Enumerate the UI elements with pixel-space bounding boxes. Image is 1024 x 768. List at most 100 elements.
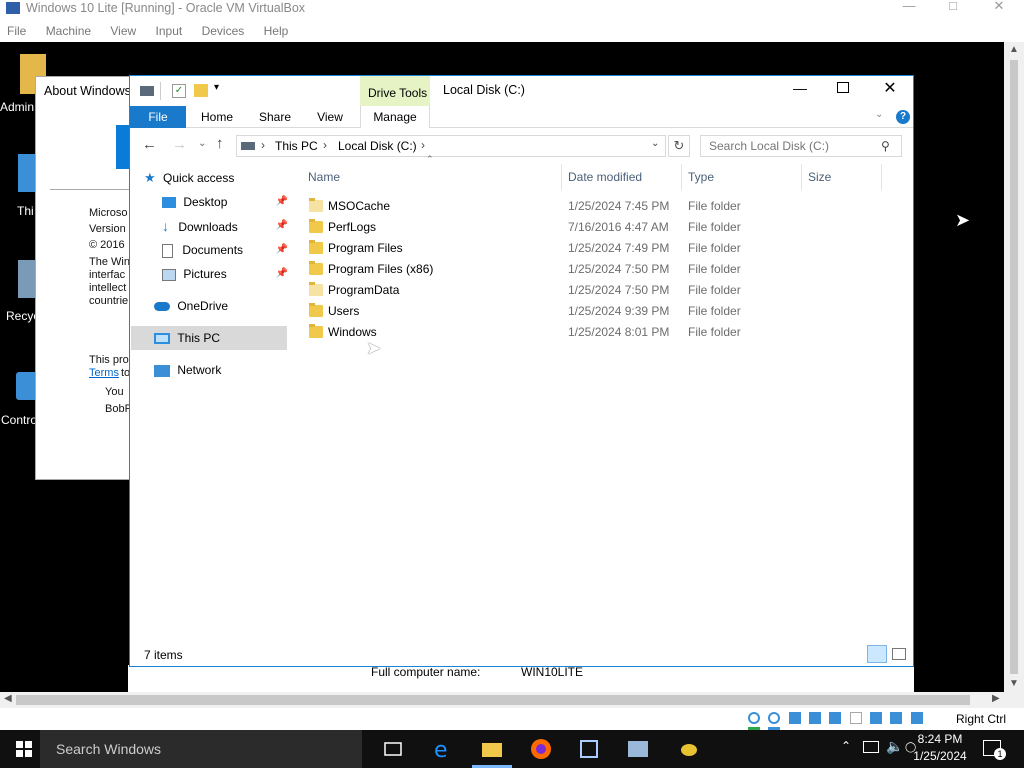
clock-time[interactable]: 8:24 PM xyxy=(915,732,965,746)
vbox-device-indicators xyxy=(748,712,948,739)
pin-icon[interactable]: 📌 xyxy=(276,238,288,262)
menu-help[interactable]: Help xyxy=(264,20,289,42)
large-icons-view-icon[interactable] xyxy=(892,648,906,660)
tab-manage[interactable]: Manage xyxy=(360,106,430,128)
column-header-type[interactable]: Type xyxy=(682,164,802,190)
pin-icon[interactable]: 📌 xyxy=(276,190,288,214)
usb-icon[interactable] xyxy=(829,712,842,724)
guest-vertical-scrollbar[interactable]: ▲ ▼ xyxy=(1004,42,1024,692)
edge-browser-icon[interactable]: e xyxy=(431,737,455,761)
close-button[interactable]: ✕ xyxy=(880,78,900,98)
pin-icon[interactable]: 📌 xyxy=(276,214,288,238)
column-header-name[interactable]: Name xyxy=(302,164,562,190)
guest-horizontal-scrollbar[interactable]: ◀ ▶ xyxy=(0,692,1024,708)
nav-documents[interactable]: Documents 📌 xyxy=(162,238,288,262)
breadcrumb-this-pc[interactable]: This PC xyxy=(275,139,318,153)
table-row[interactable]: Program Files (x86) 1/25/2024 7:50 PM Fi… xyxy=(302,259,902,280)
new-folder-icon[interactable] xyxy=(194,84,208,97)
tab-view[interactable]: View xyxy=(306,106,354,128)
nav-network[interactable]: Network xyxy=(154,358,288,382)
bee-app-icon[interactable] xyxy=(677,737,701,761)
breadcrumb-local-disk[interactable]: Local Disk (C:) xyxy=(338,139,417,153)
details-view-icon[interactable] xyxy=(867,645,887,663)
minimize-button[interactable]: — xyxy=(790,80,810,96)
menu-input[interactable]: Input xyxy=(156,20,183,42)
refresh-icon[interactable]: ↻ xyxy=(668,135,690,157)
scroll-thumb[interactable] xyxy=(16,695,970,705)
breadcrumb-separator-icon[interactable]: › xyxy=(261,138,265,152)
tab-home[interactable]: Home xyxy=(192,106,242,128)
tab-file[interactable]: File xyxy=(130,106,186,128)
show-hidden-icons-chevron-icon[interactable]: ⌃ xyxy=(841,739,851,753)
row-name: Program Files xyxy=(328,241,403,255)
divider xyxy=(50,189,134,190)
scroll-down-icon[interactable]: ▼ xyxy=(1009,678,1019,689)
table-row[interactable]: MSOCache 1/25/2024 7:45 PM File folder xyxy=(302,196,902,217)
up-arrow-icon[interactable]: ↑ xyxy=(216,135,224,152)
file-explorer-taskbar-icon[interactable] xyxy=(480,737,504,761)
table-row[interactable]: Windows 1/25/2024 8:01 PM File folder xyxy=(302,322,902,343)
vbox-maximize-button[interactable]: □ xyxy=(930,0,976,14)
about-line: countrie xyxy=(89,295,129,307)
table-row[interactable]: Program Files 1/25/2024 7:49 PM File fol… xyxy=(302,238,902,259)
table-row[interactable]: Users 1/25/2024 9:39 PM File folder xyxy=(302,301,902,322)
firefox-icon[interactable] xyxy=(529,737,553,761)
menu-devices[interactable]: Devices xyxy=(202,20,245,42)
scroll-up-icon[interactable]: ▲ xyxy=(1009,44,1019,55)
nav-onedrive[interactable]: OneDrive xyxy=(154,294,288,318)
menu-machine[interactable]: Machine xyxy=(46,20,91,42)
nav-downloads[interactable]: ↓ Downloads 📌 xyxy=(162,214,288,238)
breadcrumb-separator-icon[interactable]: › xyxy=(323,138,327,152)
menu-view[interactable]: View xyxy=(110,20,136,42)
maximize-button[interactable] xyxy=(837,82,849,93)
nav-this-pc-selected[interactable]: This PC xyxy=(131,326,287,350)
quick-access-toolbar-dropdown-icon[interactable]: ▾ xyxy=(214,82,219,93)
scroll-left-icon[interactable]: ◀ xyxy=(4,693,12,704)
table-row[interactable]: PerfLogs 7/16/2016 4:47 AM File folder xyxy=(302,217,902,238)
menu-file[interactable]: File xyxy=(7,20,26,42)
volume-muted-icon[interactable]: 🔈 xyxy=(886,738,903,755)
display-icon[interactable] xyxy=(870,712,883,724)
vm-console-icon[interactable] xyxy=(626,737,650,761)
shared-folders-icon[interactable] xyxy=(849,712,862,724)
windows-start-icon[interactable] xyxy=(16,741,32,757)
nav-quick-access[interactable]: ★ Quick access xyxy=(144,166,294,190)
address-dropdown-chevron-icon[interactable]: ⌄ xyxy=(651,138,659,149)
back-arrow-icon[interactable]: ← xyxy=(142,136,157,153)
clock-date[interactable]: 1/25/2024 xyxy=(912,749,968,763)
cpu-icon[interactable] xyxy=(910,712,923,724)
audio-icon[interactable] xyxy=(788,712,801,724)
ribbon-expand-chevron-icon[interactable]: ⌄ xyxy=(875,109,883,120)
column-header-date[interactable]: Date modified xyxy=(562,164,682,190)
pin-icon[interactable]: 📌 xyxy=(276,262,288,286)
vbox-close-button[interactable]: ✕ xyxy=(976,0,1022,14)
scroll-thumb[interactable] xyxy=(1010,60,1018,674)
tab-share[interactable]: Share xyxy=(250,106,300,128)
taskbar-search-box[interactable]: Search Windows xyxy=(40,730,362,768)
search-input[interactable]: Search Local Disk (C:) ⚲ xyxy=(700,135,902,157)
recent-locations-chevron-icon[interactable]: ⌄ xyxy=(198,138,206,149)
network-adapter-icon[interactable] xyxy=(809,712,822,724)
file-list: ⌃ Name Date modified Type Size MSOCache … xyxy=(302,154,902,642)
nav-desktop[interactable]: Desktop 📌 xyxy=(162,190,288,214)
table-row[interactable]: ProgramData 1/25/2024 7:50 PM File folde… xyxy=(302,280,902,301)
network-tray-icon[interactable] xyxy=(863,741,879,753)
virtualbox-taskbar-icon[interactable] xyxy=(577,737,601,761)
scroll-right-icon[interactable]: ▶ xyxy=(992,693,1000,704)
address-bar[interactable]: › This PC › Local Disk (C:) › ⌄ xyxy=(236,135,666,157)
row-type: File folder xyxy=(688,325,741,339)
optical-drive-icon[interactable] xyxy=(748,712,760,724)
nav-pictures[interactable]: Pictures 📌 xyxy=(162,262,288,286)
recording-icon[interactable] xyxy=(890,712,903,724)
breadcrumb-separator-icon[interactable]: › xyxy=(421,138,425,152)
column-header-size[interactable]: Size xyxy=(802,164,882,190)
hard-disk-icon[interactable] xyxy=(768,712,781,724)
task-view-icon[interactable] xyxy=(381,737,405,761)
help-icon[interactable]: ? xyxy=(896,110,910,124)
properties-icon[interactable]: ✓ xyxy=(172,84,186,98)
vbox-minimize-button[interactable]: — xyxy=(886,0,932,14)
forward-arrow-icon[interactable]: → xyxy=(172,136,187,153)
search-icon[interactable]: ⚲ xyxy=(881,139,890,153)
terms-link[interactable]: Terms xyxy=(89,367,119,380)
virtualbox-app-icon xyxy=(6,2,20,14)
